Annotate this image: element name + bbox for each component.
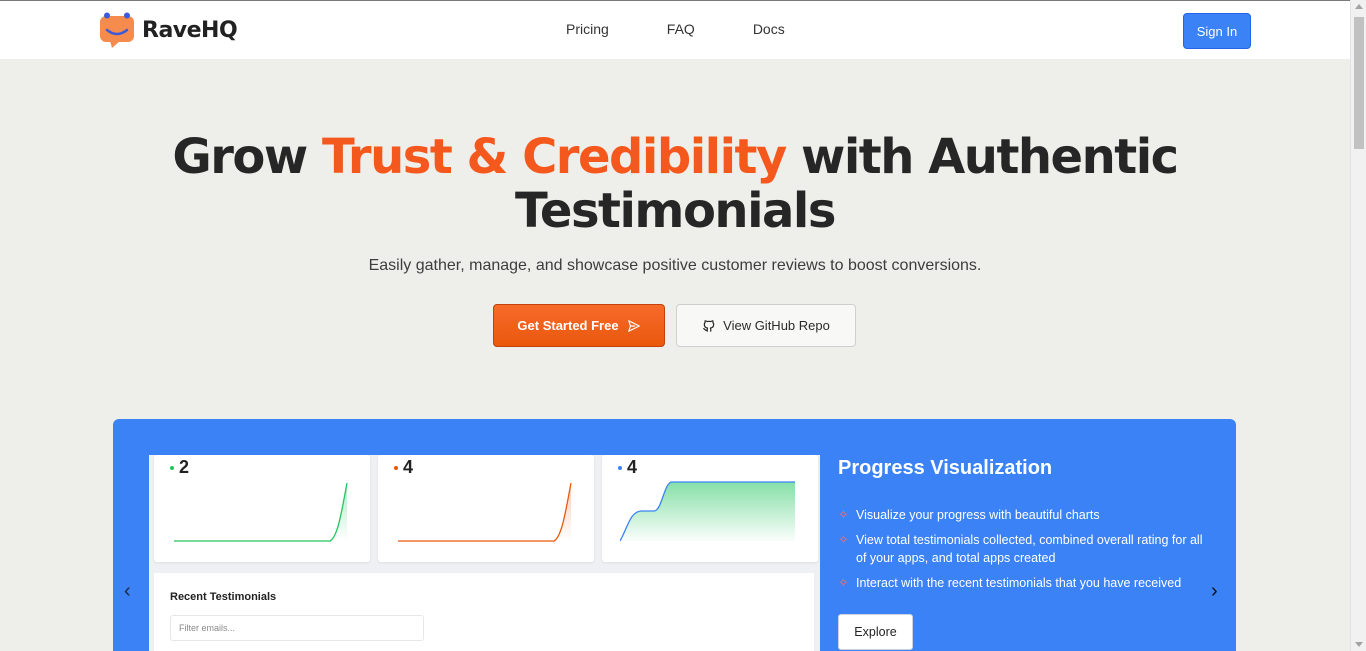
scroll-down-icon[interactable] xyxy=(1355,642,1363,647)
sparkle-icon: ✧ xyxy=(838,507,849,522)
filter-emails-input[interactable] xyxy=(170,615,424,641)
stat-chart-orange xyxy=(398,482,572,542)
explore-button[interactable]: Explore xyxy=(838,614,913,650)
stat-card-testimonials: 2 xyxy=(154,455,370,562)
feature-title: Progress Visualization xyxy=(838,457,1053,479)
get-started-label: Get Started Free xyxy=(517,318,619,333)
top-navbar: RaveHQ Pricing FAQ Docs Sign In xyxy=(0,0,1350,59)
main-nav: Pricing FAQ Docs xyxy=(566,21,843,37)
carousel-next-icon[interactable]: › xyxy=(1211,580,1218,603)
feature-item: ✧ Interact with the recent testimonials t… xyxy=(838,575,1182,590)
recent-testimonials-card: Recent Testimonials xyxy=(154,573,814,651)
nav-pricing[interactable]: Pricing xyxy=(566,21,609,37)
green-dot-icon xyxy=(170,465,174,470)
nav-docs[interactable]: Docs xyxy=(753,21,785,37)
github-repo-label: View GitHub Repo xyxy=(723,318,830,333)
github-repo-button[interactable]: View GitHub Repo xyxy=(676,304,856,347)
hero-title: Grow Trust & Credibility with Authentic … xyxy=(0,130,1350,238)
hero-title-line2: Testimonials xyxy=(515,183,836,239)
stat-chart-blue xyxy=(620,481,795,542)
blue-dot-icon xyxy=(618,465,622,470)
send-icon xyxy=(627,319,640,332)
stat-value: 4 xyxy=(627,457,638,477)
carousel-prev-icon[interactable]: ‹ xyxy=(124,580,131,603)
stat-value: 4 xyxy=(403,457,414,477)
sparkle-icon: ✧ xyxy=(838,575,849,590)
feature-item: ✧ Visualize your progress with beautiful … xyxy=(838,507,1100,522)
hero-subtitle: Easily gather, manage, and showcase posi… xyxy=(368,257,982,274)
page-scrollbar[interactable] xyxy=(1350,0,1366,651)
nav-faq[interactable]: FAQ xyxy=(667,21,695,37)
get-started-button[interactable]: Get Started Free xyxy=(493,304,665,347)
logo-icon xyxy=(100,12,134,48)
stat-card-apps: 4 xyxy=(602,455,818,562)
feature-item: ✧ View total testimonials collected, comb… xyxy=(838,532,1203,565)
github-icon xyxy=(703,319,715,332)
hero-title-part1: Grow xyxy=(172,129,322,185)
stat-card-rating: 4 xyxy=(378,455,594,562)
sparkle-icon: ✧ xyxy=(838,532,849,547)
sign-in-button[interactable]: Sign In xyxy=(1183,13,1251,49)
recent-testimonials-title: Recent Testimonials xyxy=(170,591,277,603)
brand-logo[interactable]: RaveHQ xyxy=(98,11,238,49)
hero-title-part2: with Authentic xyxy=(785,129,1179,185)
stat-chart-green xyxy=(174,482,348,542)
brand-name: RaveHQ xyxy=(142,17,238,43)
feature-list: ✧ Visualize your progress with beautiful … xyxy=(838,506,1208,599)
scrollbar-thumb[interactable] xyxy=(1354,17,1364,149)
orange-dot-icon xyxy=(394,465,398,470)
hero-title-accent: Trust & Credibility xyxy=(321,129,787,185)
scroll-up-icon[interactable] xyxy=(1355,4,1363,9)
stat-value: 2 xyxy=(179,457,190,477)
